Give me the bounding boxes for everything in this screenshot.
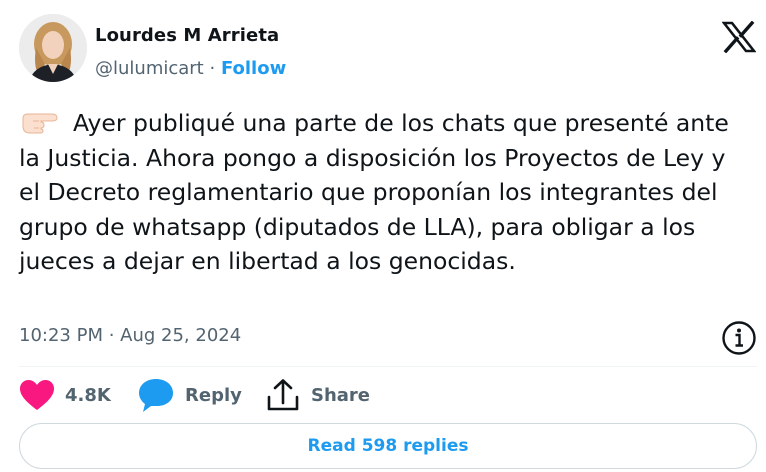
like-count: 4.8K <box>65 384 111 406</box>
heart-icon <box>20 380 54 410</box>
read-replies-button[interactable]: Read 598 replies <box>19 423 757 469</box>
reply-label: Reply <box>185 384 242 406</box>
x-logo-icon[interactable] <box>722 21 756 53</box>
follow-button[interactable]: Follow <box>221 58 286 79</box>
tweet-text: Ayer publiqué una parte de los chats que… <box>19 106 744 279</box>
separator-dot: · <box>209 58 216 79</box>
info-icon[interactable] <box>720 319 758 357</box>
tweet-timestamp[interactable]: 10:23 PM · Aug 25, 2024 <box>19 325 241 346</box>
like-button[interactable]: 4.8K <box>19 376 111 414</box>
author-handle[interactable]: @lulumicart <box>95 58 204 79</box>
share-label: Share <box>311 384 371 406</box>
share-button[interactable]: Share <box>265 376 370 414</box>
author-name[interactable]: Lourdes M Arrieta <box>95 25 279 46</box>
reply-button[interactable]: Reply <box>137 376 242 414</box>
avatar[interactable] <box>19 14 87 82</box>
tweet-card: Lourdes M Arrieta @lulumicart · Follow A… <box>0 0 766 472</box>
tweet-body: Ayer publiqué una parte de los chats que… <box>19 109 729 275</box>
backhand-index-pointing-right-emoji <box>22 113 58 134</box>
reply-bubble-icon <box>139 379 173 412</box>
share-icon <box>267 379 299 411</box>
author-handle-row: @lulumicart · Follow <box>95 58 286 79</box>
read-replies-label: Read 598 replies <box>307 436 469 456</box>
divider <box>19 366 757 367</box>
